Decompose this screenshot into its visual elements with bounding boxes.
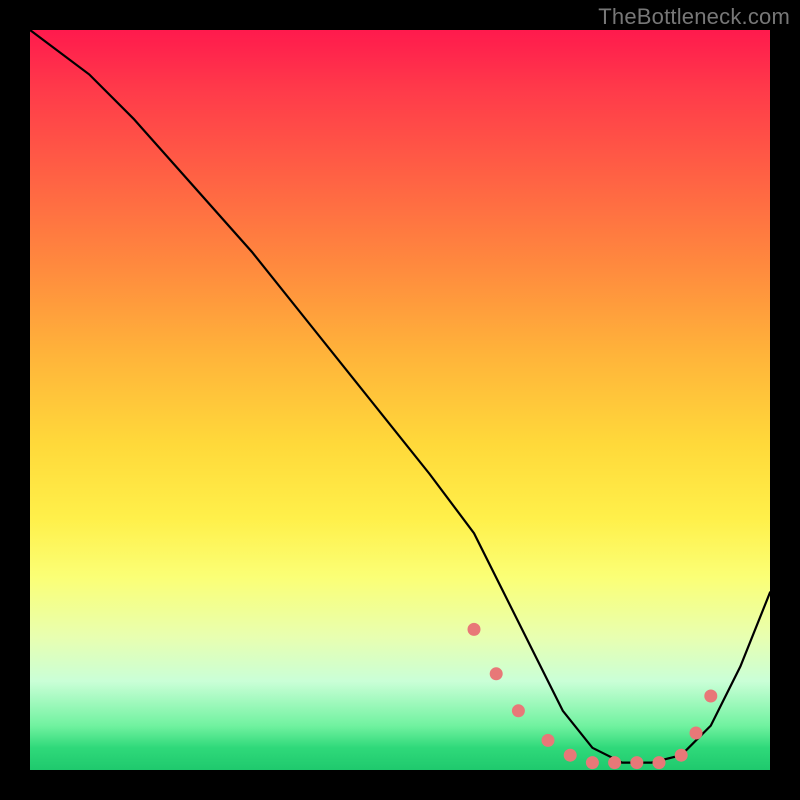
bottleneck-curve: [30, 30, 770, 770]
curve-marker: [468, 623, 481, 636]
curve-marker: [690, 727, 703, 740]
curve-marker: [542, 734, 555, 747]
chart-frame: TheBottleneck.com: [0, 0, 800, 800]
plot-area: [30, 30, 770, 770]
curve-marker: [675, 749, 688, 762]
curve-marker: [490, 667, 503, 680]
curve-marker: [704, 690, 717, 703]
curve-marker: [608, 756, 621, 769]
watermark-label: TheBottleneck.com: [598, 4, 790, 30]
curve-marker: [653, 756, 666, 769]
curve-marker: [564, 749, 577, 762]
curve-marker: [586, 756, 599, 769]
curve-marker: [512, 704, 525, 717]
curve-marker: [630, 756, 643, 769]
